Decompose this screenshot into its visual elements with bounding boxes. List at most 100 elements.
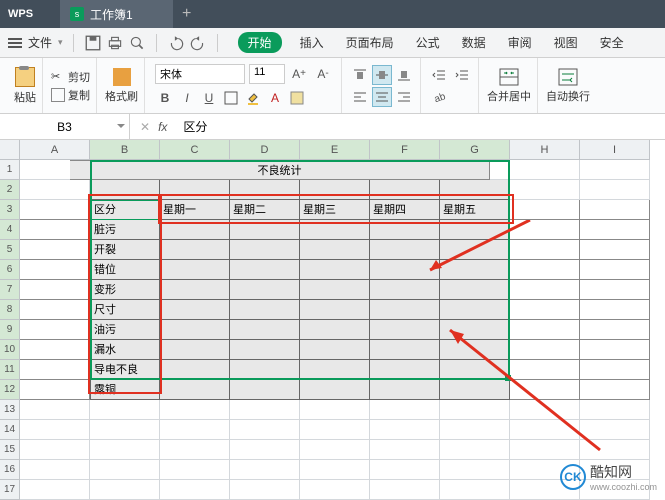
cell[interactable]: 星期二 xyxy=(230,200,300,220)
cell[interactable] xyxy=(510,240,580,260)
cell[interactable] xyxy=(510,220,580,240)
col-header[interactable]: C xyxy=(160,140,230,160)
tab-insert[interactable]: 插入 xyxy=(296,32,328,53)
formula-input[interactable] xyxy=(177,115,665,139)
cell[interactable] xyxy=(160,260,230,280)
cell[interactable] xyxy=(440,360,510,380)
cell[interactable] xyxy=(20,180,90,200)
cell[interactable] xyxy=(20,240,90,260)
cell[interactable] xyxy=(90,440,160,460)
italic-button[interactable]: I xyxy=(177,88,197,108)
file-menu[interactable]: 文件 xyxy=(28,34,52,51)
cell[interactable] xyxy=(230,400,300,420)
row-header[interactable]: 3 xyxy=(0,200,20,220)
cell[interactable] xyxy=(440,480,510,500)
new-tab-button[interactable]: + xyxy=(173,5,201,23)
cell[interactable] xyxy=(510,280,580,300)
cell[interactable] xyxy=(230,340,300,360)
row-header[interactable]: 8 xyxy=(0,300,20,320)
row-header[interactable]: 17 xyxy=(0,480,20,500)
cell[interactable] xyxy=(510,440,580,460)
cell[interactable] xyxy=(440,300,510,320)
cell[interactable] xyxy=(20,440,90,460)
cell[interactable] xyxy=(300,280,370,300)
cell[interactable] xyxy=(160,440,230,460)
cell[interactable] xyxy=(580,180,650,200)
undo-icon[interactable] xyxy=(167,34,185,52)
tab-data[interactable]: 数据 xyxy=(458,32,490,53)
cell[interactable] xyxy=(160,180,230,200)
cell[interactable] xyxy=(510,420,580,440)
cell[interactable] xyxy=(580,400,650,420)
format-painter-button[interactable]: 格式刷 xyxy=(105,68,138,104)
row-header[interactable]: 1 xyxy=(0,160,20,180)
row-header[interactable]: 7 xyxy=(0,280,20,300)
cell[interactable] xyxy=(90,180,160,200)
col-header[interactable]: E xyxy=(300,140,370,160)
cell[interactable] xyxy=(580,260,650,280)
cell[interactable] xyxy=(440,320,510,340)
cell[interactable] xyxy=(370,220,440,240)
cell[interactable] xyxy=(370,260,440,280)
tab-security[interactable]: 安全 xyxy=(596,32,628,53)
cell[interactable] xyxy=(230,180,300,200)
col-header[interactable]: D xyxy=(230,140,300,160)
cell[interactable] xyxy=(20,460,90,480)
cell[interactable] xyxy=(300,180,370,200)
cell[interactable] xyxy=(510,300,580,320)
cell[interactable] xyxy=(510,200,580,220)
redo-icon[interactable] xyxy=(189,34,207,52)
fx-icon[interactable]: fx xyxy=(158,120,167,134)
cell[interactable] xyxy=(230,320,300,340)
save-icon[interactable] xyxy=(84,34,102,52)
cell[interactable] xyxy=(580,240,650,260)
cell[interactable] xyxy=(230,220,300,240)
row-header[interactable]: 2 xyxy=(0,180,20,200)
menu-icon[interactable] xyxy=(8,38,22,48)
cell[interactable]: 星期四 xyxy=(370,200,440,220)
cell[interactable]: 星期三 xyxy=(300,200,370,220)
cell[interactable] xyxy=(440,400,510,420)
cell[interactable] xyxy=(230,420,300,440)
row-header[interactable]: 15 xyxy=(0,440,20,460)
cell[interactable] xyxy=(300,480,370,500)
cell[interactable] xyxy=(20,200,90,220)
cell[interactable] xyxy=(300,260,370,280)
row-header[interactable]: 14 xyxy=(0,420,20,440)
cell[interactable] xyxy=(160,480,230,500)
cell[interactable] xyxy=(20,300,90,320)
fill-color-button[interactable] xyxy=(243,88,263,108)
col-header[interactable]: A xyxy=(20,140,90,160)
font-size-select[interactable]: 11 xyxy=(249,64,285,84)
spreadsheet-grid[interactable]: ABCDEFGHI 123456789101112131415161718 区分… xyxy=(0,140,665,500)
print-icon[interactable] xyxy=(106,34,124,52)
cell[interactable] xyxy=(510,360,580,380)
cell[interactable] xyxy=(300,360,370,380)
font-name-select[interactable]: 宋体 xyxy=(155,64,245,84)
cell[interactable] xyxy=(440,280,510,300)
cell[interactable] xyxy=(580,380,650,400)
cell[interactable] xyxy=(580,420,650,440)
row-header[interactable]: 6 xyxy=(0,260,20,280)
cell[interactable] xyxy=(90,480,160,500)
col-header[interactable]: G xyxy=(440,140,510,160)
cell[interactable] xyxy=(300,340,370,360)
cell[interactable] xyxy=(20,420,90,440)
tab-review[interactable]: 审阅 xyxy=(504,32,536,53)
cell[interactable]: 开裂 xyxy=(90,240,160,260)
cut-button[interactable]: ✂剪切 xyxy=(51,69,90,85)
cell[interactable]: 星期一 xyxy=(160,200,230,220)
cell[interactable] xyxy=(300,400,370,420)
merge-center-button[interactable]: 合并居中 xyxy=(487,68,531,104)
cell[interactable] xyxy=(580,320,650,340)
cell[interactable] xyxy=(20,340,90,360)
col-header[interactable]: I xyxy=(580,140,650,160)
cell[interactable] xyxy=(230,280,300,300)
cell[interactable] xyxy=(580,340,650,360)
wrap-text-button[interactable]: 自动换行 xyxy=(546,68,590,104)
orientation-icon[interactable]: ab xyxy=(429,87,449,107)
row-header[interactable]: 5 xyxy=(0,240,20,260)
align-top-icon[interactable] xyxy=(350,65,370,85)
cell[interactable] xyxy=(20,260,90,280)
cell[interactable] xyxy=(510,260,580,280)
